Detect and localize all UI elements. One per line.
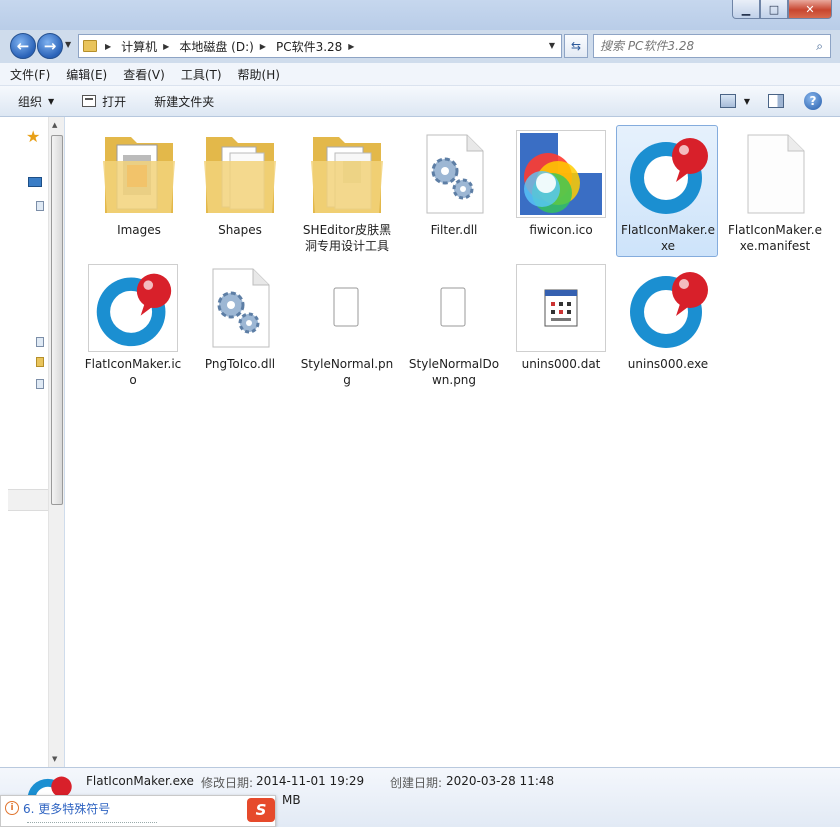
view-dropdown-icon[interactable]: ▼ xyxy=(744,97,750,106)
file-item-stylenormaldown-png[interactable]: StyleNormalDown.png xyxy=(402,259,504,391)
navigation-row: ← → ▼ ▶ 计算机▶ 本地磁盘 (D:)▶ PC软件3.28▶ ▼ ⇆ ⌕ xyxy=(0,30,840,62)
ime-candidate-text[interactable]: 6. 更多特殊符号 xyxy=(23,800,110,817)
file-size-value: MB xyxy=(282,793,301,807)
info-icon: i xyxy=(5,801,19,815)
selected-file-name: FlatIconMaker.exe xyxy=(86,774,194,788)
preview-pane-icon[interactable] xyxy=(768,94,784,108)
file-item-manifest[interactable]: FlatIconMaker.exe.manifest xyxy=(723,125,825,257)
new-folder-button[interactable]: 新建文件夹 xyxy=(154,93,214,110)
favorites-star-icon[interactable]: ★ xyxy=(26,127,40,146)
folder-icon[interactable] xyxy=(36,357,44,367)
folder-icon xyxy=(83,40,97,52)
scroll-down-icon[interactable]: ▼ xyxy=(52,755,57,763)
back-button[interactable]: ← xyxy=(10,33,36,59)
file-item-pngtoico-dll[interactable]: PngToIco.dll xyxy=(188,259,290,391)
chevron-down-icon: ▼ xyxy=(48,96,55,106)
open-icon xyxy=(82,95,97,107)
sogou-logo-icon[interactable]: S xyxy=(247,798,275,822)
help-icon[interactable]: ? xyxy=(804,92,822,110)
flaticonmaker-app-icon xyxy=(623,264,713,352)
file-item-images[interactable]: Images xyxy=(87,125,189,257)
title-bar: ▁ □ ✕ xyxy=(0,0,840,30)
menu-tools[interactable]: 工具(T) xyxy=(181,66,222,83)
refresh-button[interactable]: ⇆ xyxy=(564,34,588,58)
navigation-pane: ★ ▲ ▼ xyxy=(0,117,64,767)
file-item-shapes[interactable]: Shapes xyxy=(188,125,290,257)
menu-view[interactable]: 查看(V) xyxy=(123,66,165,83)
created-date-label: 创建日期: xyxy=(390,776,443,790)
organize-button[interactable]: 组织 ▼ xyxy=(18,93,54,110)
nav-pane-separator xyxy=(8,489,48,511)
scroll-up-icon[interactable]: ▲ xyxy=(52,121,57,129)
search-box[interactable]: ⌕ xyxy=(593,34,831,58)
dat-file-icon xyxy=(516,264,606,352)
breadcrumb-computer[interactable]: 计算机 ▶ xyxy=(121,38,175,55)
file-item-fiwicon-ico[interactable]: fiwicon.ico xyxy=(509,125,611,257)
small-image-icon xyxy=(302,264,392,352)
scrollbar-thumb[interactable] xyxy=(51,135,63,505)
flaticonmaker-ico-icon xyxy=(88,264,178,352)
close-button[interactable]: ✕ xyxy=(788,0,832,19)
minimize-button[interactable]: ▁ xyxy=(732,0,760,19)
computer-icon[interactable] xyxy=(36,379,44,389)
recent-pages-dropdown[interactable]: ▼ xyxy=(65,40,71,49)
file-item-stylenormal-png[interactable]: StyleNormal.png xyxy=(295,259,397,391)
open-button[interactable]: 打开 xyxy=(82,93,126,110)
file-item-flaticonmaker-ico[interactable]: FlatIconMaker.ico xyxy=(81,259,183,391)
breadcrumb-drive-d[interactable]: 本地磁盘 (D:) ▶ xyxy=(179,38,272,55)
ime-candidate-popup[interactable]: i 6. 更多特殊符号 S xyxy=(0,795,276,827)
file-item-filter-dll[interactable]: Filter.dll xyxy=(402,125,504,257)
folder-icon xyxy=(195,130,285,218)
breadcrumb-arrow-root[interactable]: ▶ xyxy=(103,42,117,51)
address-dropdown[interactable]: ▼ xyxy=(549,41,555,50)
forward-button[interactable]: → xyxy=(37,33,63,59)
libraries-icon[interactable] xyxy=(36,201,44,211)
flaticonmaker-app-icon xyxy=(623,130,713,218)
refresh-icon: ⇆ xyxy=(570,39,582,53)
change-view-icon[interactable] xyxy=(719,94,736,108)
small-image-icon xyxy=(409,264,499,352)
breadcrumb-current-folder[interactable]: PC软件3.28 ▶ xyxy=(276,38,361,55)
dll-gears-icon xyxy=(195,264,285,352)
file-item-unins000-dat[interactable]: unins000.dat xyxy=(509,259,611,391)
blank-file-icon xyxy=(730,130,820,218)
modified-date-value: 2014-11-01 19:29 xyxy=(256,774,365,788)
modified-date-label: 修改日期: xyxy=(201,776,254,790)
file-item-unins000-exe[interactable]: unins000.exe xyxy=(616,259,718,391)
file-list: Images Shapes SHEditor皮肤黑洞专用设计工具 Filter.… xyxy=(65,117,840,767)
dll-gears-icon xyxy=(409,130,499,218)
menu-bar: 文件(F) 编辑(E) 查看(V) 工具(T) 帮助(H) xyxy=(0,63,840,86)
folder-icon xyxy=(302,130,392,218)
menu-help[interactable]: 帮助(H) xyxy=(238,66,280,83)
command-bar: 组织 ▼ 打开 新建文件夹 ▼ ? xyxy=(0,86,840,117)
desktop-icon[interactable] xyxy=(28,177,42,187)
file-item-sheditor[interactable]: SHEditor皮肤黑洞专用设计工具 xyxy=(295,125,397,257)
window-controls: ▁ □ ✕ xyxy=(732,0,832,19)
maximize-button[interactable]: □ xyxy=(760,0,788,19)
search-icon[interactable]: ⌕ xyxy=(816,39,823,54)
nav-pane-scrollbar[interactable]: ▲ ▼ xyxy=(48,117,64,767)
rainbow-ico-icon xyxy=(516,130,606,218)
file-item-flaticonmaker-exe[interactable]: FlatIconMaker.exe xyxy=(616,125,718,257)
search-input[interactable] xyxy=(600,39,800,53)
view-controls: ▼ ? xyxy=(719,92,822,110)
menu-edit[interactable]: 编辑(E) xyxy=(66,66,107,83)
ime-divider xyxy=(27,822,157,825)
menu-file[interactable]: 文件(F) xyxy=(10,66,50,83)
created-date-value: 2020-03-28 11:48 xyxy=(446,774,555,788)
folder-icon xyxy=(94,130,184,218)
network-icon[interactable] xyxy=(36,337,44,347)
address-bar[interactable]: ▶ 计算机 ▶ 本地磁盘 (D:) ▶ PC软件3.28 ▶ ▼ xyxy=(78,34,562,58)
